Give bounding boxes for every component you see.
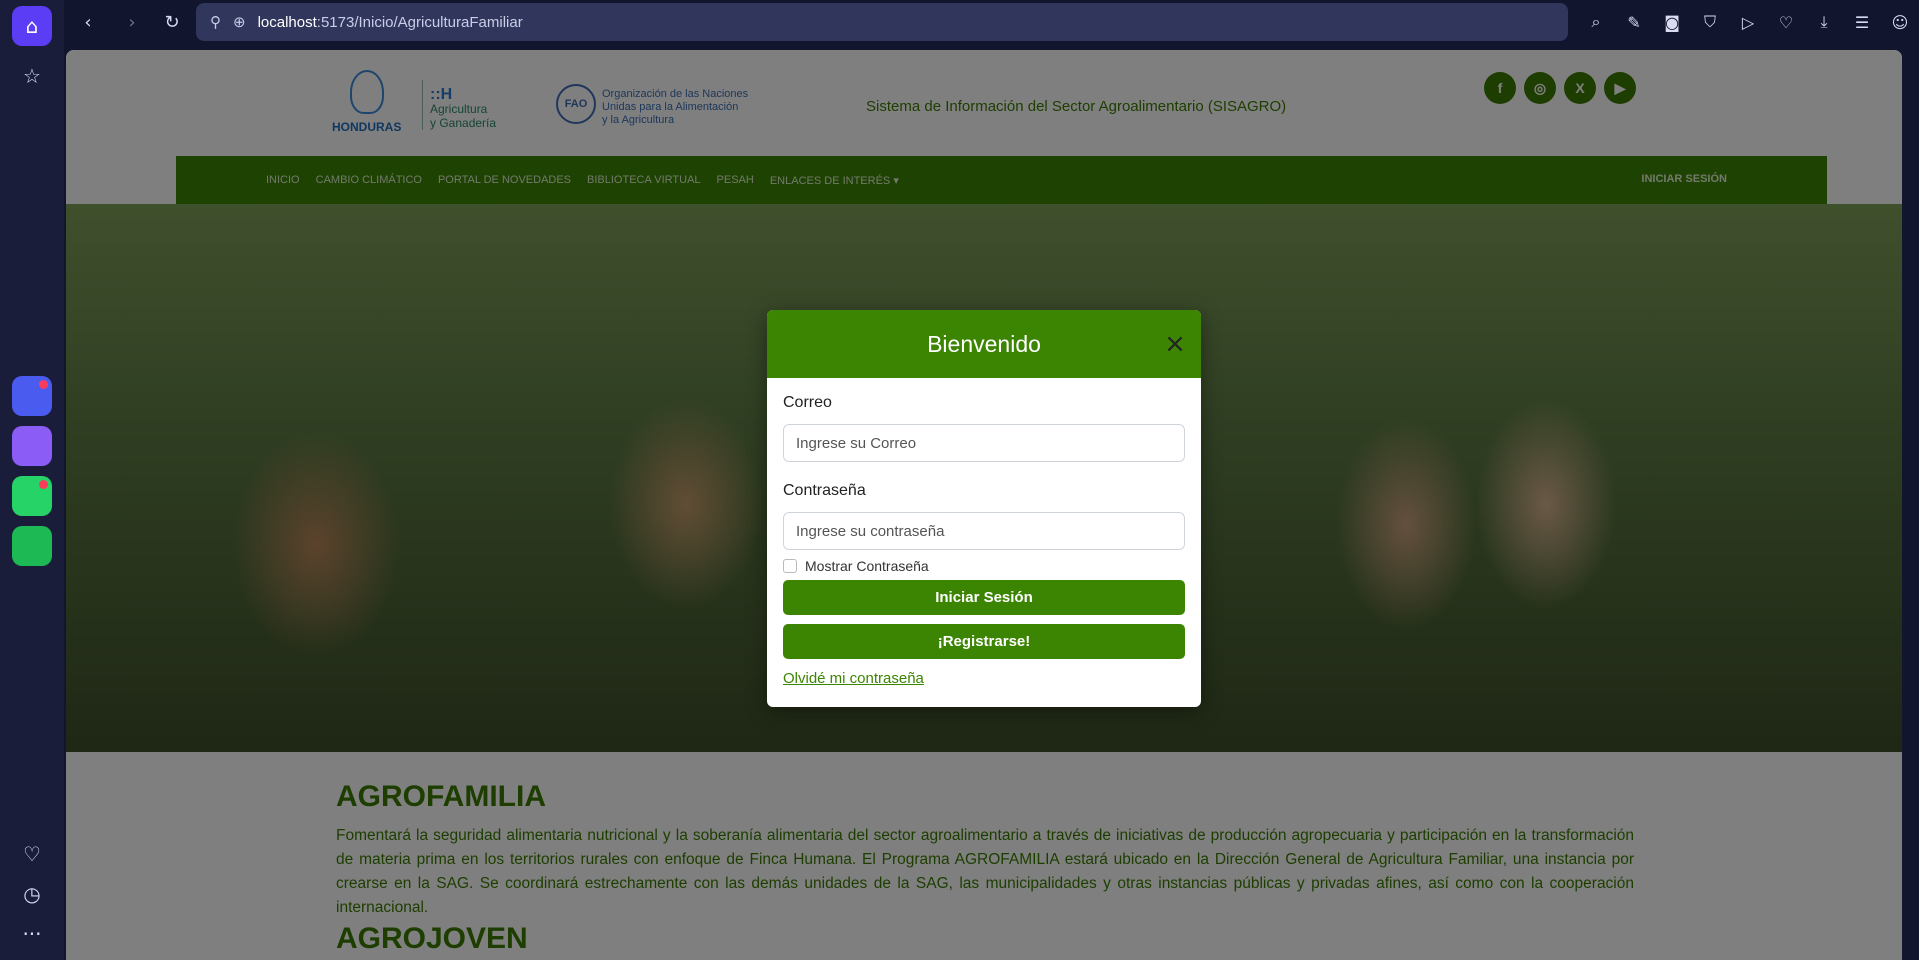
close-icon[interactable]: ×	[1163, 331, 1187, 357]
reload-icon[interactable]: ↻	[158, 8, 186, 36]
password-field[interactable]	[783, 512, 1185, 550]
register-button[interactable]: ¡Registrarse!	[783, 624, 1185, 659]
send-icon[interactable]: ▷	[1734, 8, 1762, 36]
url-host: localhost	[257, 13, 317, 31]
forward-icon[interactable]: ›	[118, 8, 146, 36]
site-settings-icon[interactable]: ⚲	[210, 13, 221, 31]
password-label: Contraseña	[783, 482, 866, 499]
favorite-icon[interactable]: ♡	[1772, 8, 1800, 36]
history-icon[interactable]: ◷	[12, 874, 52, 914]
home-icon[interactable]: ⌂	[12, 6, 52, 46]
camera-icon[interactable]: ◙	[1658, 8, 1686, 36]
menu-icon[interactable]: ☰	[1848, 8, 1876, 36]
more-icon[interactable]: ···	[12, 914, 52, 954]
app-launcher-icon[interactable]	[12, 376, 52, 416]
url-path: :5173/Inicio/AgriculturaFamiliar	[316, 13, 523, 31]
globe-icon: ⊕	[233, 14, 246, 31]
show-password-label[interactable]: Mostrar Contraseña	[805, 558, 929, 574]
modal-title: Bienvenido	[927, 330, 1041, 357]
email-label: Correo	[783, 394, 832, 411]
show-password-checkbox[interactable]	[783, 559, 797, 573]
login-button[interactable]: Iniciar Sesión	[783, 580, 1185, 615]
modal-header: Bienvenido ×	[767, 310, 1201, 378]
profile-icon[interactable]: ☺	[1886, 8, 1914, 36]
back-icon[interactable]: ‹	[74, 8, 102, 36]
download-icon[interactable]: ⤓	[1810, 8, 1838, 36]
shield-icon[interactable]: ⛉	[1696, 8, 1724, 36]
whatsapp-icon[interactable]	[12, 476, 52, 516]
messenger-icon[interactable]	[12, 426, 52, 466]
email-field[interactable]	[783, 424, 1185, 462]
browser-toolbar: ‹ › ↻ ⚲ ⊕ localhost:5173/Inicio/Agricult…	[64, 0, 1919, 44]
browser-sidebar: ⌂ ☆ ♡ ◷ ···	[0, 0, 64, 960]
show-password-row: Mostrar Contraseña	[783, 558, 1185, 574]
heart-icon[interactable]: ♡	[12, 834, 52, 874]
login-modal: Bienvenido × Correo Contraseña Mostrar C…	[767, 310, 1201, 707]
address-bar[interactable]: ⚲ ⊕ localhost:5173/Inicio/AgriculturaFam…	[196, 3, 1568, 41]
forgot-password-link[interactable]: Olvidé mi contraseña	[783, 670, 924, 687]
modal-body: Correo Contraseña Mostrar Contraseña Ini…	[767, 378, 1201, 687]
browser-tools: ⌕ ✎ ◙ ⛉ ▷ ♡ ⤓ ☰ ☺ ⬡	[1582, 8, 1919, 36]
edit-icon[interactable]: ✎	[1620, 8, 1648, 36]
search-icon[interactable]: ⌕	[1582, 8, 1610, 36]
star-icon[interactable]: ☆	[12, 56, 52, 96]
spotify-icon[interactable]	[12, 526, 52, 566]
